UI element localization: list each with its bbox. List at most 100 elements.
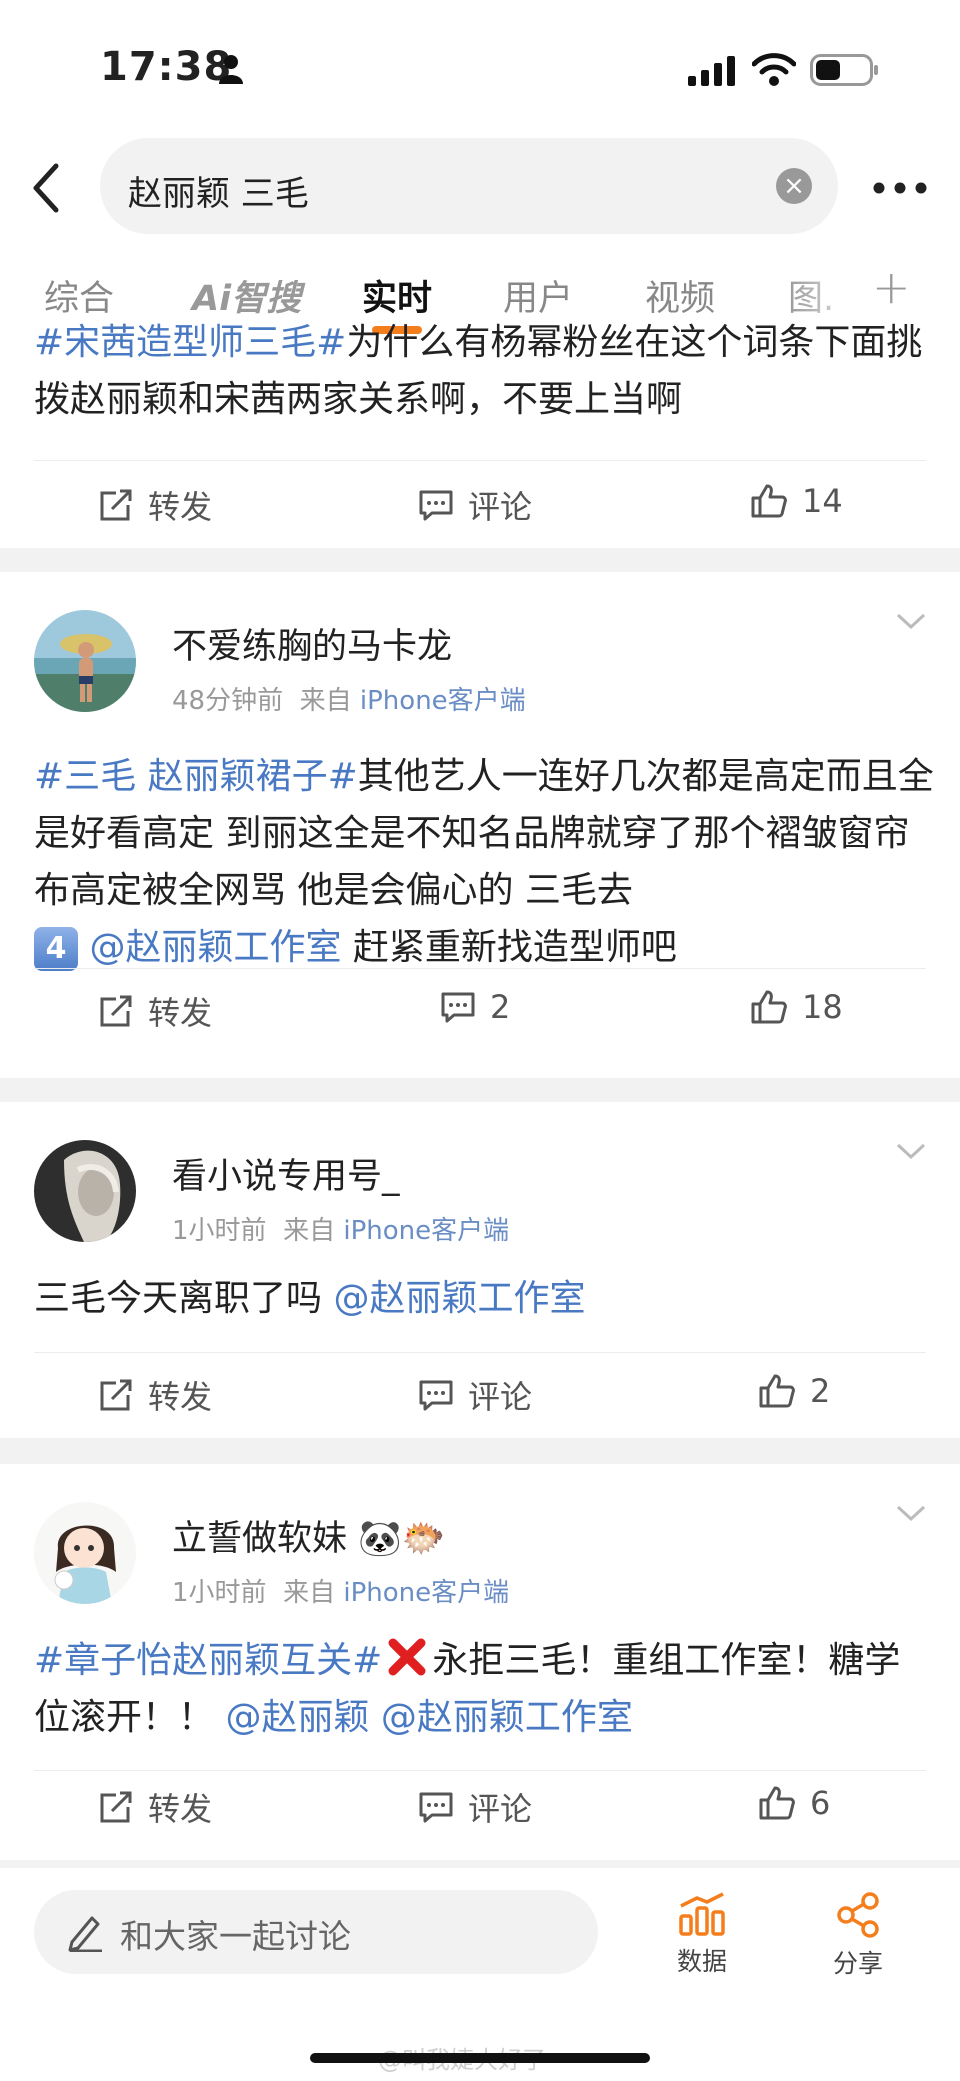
username[interactable]: 立誓做软妹 🐼🐡 <box>172 1510 445 1561</box>
from-label: 来自 <box>299 686 352 716</box>
mention-link[interactable]: @赵丽颖 <box>225 1697 369 1738</box>
like-count: 2 <box>810 1372 831 1410</box>
comment-button[interactable]: 评论 <box>418 1784 532 1830</box>
username-emojis: 🐼🐡 <box>358 1519 446 1559</box>
pencil-icon <box>68 1916 102 1952</box>
like-count: 14 <box>802 482 843 520</box>
search-bar[interactable]: 赵丽颖 三毛 × <box>100 138 838 234</box>
divider <box>34 968 926 969</box>
repost-label: 转发 <box>148 488 213 526</box>
like-button[interactable]: 6 <box>758 1784 830 1822</box>
comment-button[interactable]: 评论 <box>418 482 532 528</box>
avatar[interactable] <box>34 1140 136 1242</box>
divider <box>34 1770 926 1771</box>
like-button[interactable]: 2 <box>758 1372 830 1410</box>
repost-button[interactable]: 转发 <box>98 988 212 1034</box>
mention-link[interactable]: @赵丽颖工作室 <box>381 1697 633 1738</box>
repost-icon <box>100 1791 132 1823</box>
comment-button[interactable]: 2 <box>440 988 510 1026</box>
comment-icon <box>419 490 453 521</box>
post-card: 看小说专用号_ 1小时前 来自 iPhone客户端 三毛今天离职了吗 @赵丽颖工… <box>0 1102 960 1438</box>
keycap-four-emoji: 4 <box>34 927 78 971</box>
discuss-placeholder: 和大家一起讨论 <box>120 1917 351 1956</box>
bar-chart-icon <box>679 1892 725 1936</box>
avatar[interactable] <box>34 610 136 712</box>
username-text: 立誓做软妹 <box>172 1519 348 1559</box>
chevron-down-icon[interactable] <box>896 612 926 630</box>
thumbs-up-icon <box>751 484 787 518</box>
from-label: 来自 <box>283 1578 336 1608</box>
like-button[interactable]: 14 <box>750 482 843 520</box>
post-source[interactable]: iPhone客户端 <box>343 1216 509 1246</box>
thumbs-up-icon <box>759 1786 795 1820</box>
more-dots-icon[interactable] <box>872 180 928 196</box>
like-count: 6 <box>810 1784 831 1822</box>
comment-count: 2 <box>490 988 511 1026</box>
wifi-icon <box>752 53 796 86</box>
bottom-bar: 和大家一起讨论 数据 分享 @叫我婕大好了 <box>0 1868 960 2081</box>
signal-icon <box>688 56 735 86</box>
add-tab-icon[interactable]: + <box>872 260 911 314</box>
status-bar: 17:38 <box>0 0 960 130</box>
post-card: 立誓做软妹 🐼🐡 1小时前 来自 iPhone客户端 #章子怡赵丽颖互关# 永拒三… <box>0 1464 960 1860</box>
username[interactable]: 不爱练胸的马卡龙 <box>172 618 452 669</box>
from-label: 来自 <box>283 1216 336 1246</box>
status-time: 17:38 <box>100 44 233 90</box>
share-icon <box>837 1892 879 1938</box>
repost-icon <box>100 489 132 521</box>
comment-icon <box>419 1792 453 1823</box>
avatar[interactable] <box>34 1502 136 1604</box>
comment-label: 评论 <box>468 1790 533 1828</box>
post-text: #宋茜造型师三毛#为什么有杨幂粉丝在这个词条下面挑拨赵丽颖和宋茜两家关系啊，不要… <box>34 314 934 428</box>
hashtag-link[interactable]: #三毛 赵丽颖裙子# <box>34 756 358 797</box>
repost-label: 转发 <box>148 1790 213 1828</box>
post-card: #宋茜造型师三毛#为什么有杨幂粉丝在这个词条下面挑拨赵丽颖和宋茜两家关系啊，不要… <box>0 322 960 548</box>
post-meta: 1小时前 来自 iPhone客户端 <box>172 1210 509 1247</box>
share-button[interactable]: 分享 <box>818 1892 898 1980</box>
comment-icon <box>419 1380 453 1411</box>
post-source[interactable]: iPhone客户端 <box>343 1578 509 1608</box>
post-text: #章子怡赵丽颖互关# 永拒三毛！重组工作室！糖学位滚开！！ @赵丽颖 @赵丽颖工作… <box>34 1632 934 1746</box>
repost-icon <box>100 995 132 1027</box>
comment-icon <box>441 992 475 1023</box>
comment-button[interactable]: 评论 <box>418 1372 532 1418</box>
post-source[interactable]: iPhone客户端 <box>360 686 526 716</box>
post-card: 不爱练胸的马卡龙 48分钟前 来自 iPhone客户端 #三毛 赵丽颖裙子#其他… <box>0 572 960 1078</box>
share-label: 分享 <box>832 1949 883 1978</box>
hashtag-link[interactable]: #宋茜造型师三毛# <box>34 322 346 363</box>
search-header: 赵丽颖 三毛 × <box>0 130 960 250</box>
repost-button[interactable]: 转发 <box>98 1784 212 1830</box>
post-time: 1小时前 <box>172 1578 267 1608</box>
divider <box>34 1352 926 1353</box>
thumbs-up-icon <box>751 990 787 1024</box>
repost-button[interactable]: 转发 <box>98 1372 212 1418</box>
discuss-input[interactable]: 和大家一起讨论 <box>34 1890 598 1974</box>
chevron-down-icon[interactable] <box>896 1504 926 1522</box>
search-query[interactable]: 赵丽颖 三毛 <box>128 166 309 215</box>
mention-link[interactable]: @赵丽颖工作室 <box>89 927 341 968</box>
hashtag-link[interactable]: #章子怡赵丽颖互关# <box>34 1640 382 1681</box>
chevron-down-icon[interactable] <box>896 1142 926 1160</box>
repost-label: 转发 <box>148 994 213 1032</box>
data-button[interactable]: 数据 <box>662 1892 742 1978</box>
like-button[interactable]: 18 <box>750 988 843 1026</box>
mention-link[interactable]: @赵丽颖工作室 <box>333 1278 585 1319</box>
username[interactable]: 看小说专用号_ <box>172 1148 400 1199</box>
repost-icon <box>100 1379 132 1411</box>
red-cross-icon <box>388 1638 426 1676</box>
comment-label: 评论 <box>468 488 533 526</box>
post-body: 三毛今天离职了吗 <box>34 1278 334 1319</box>
thumbs-up-icon <box>759 1374 795 1408</box>
battery-icon <box>810 54 878 86</box>
post-text: 三毛今天离职了吗 @赵丽颖工作室 <box>34 1270 934 1327</box>
post-time: 48分钟前 <box>172 686 284 716</box>
repost-button[interactable]: 转发 <box>98 482 212 528</box>
post-body: 赶紧重新找造型师吧 <box>341 927 677 968</box>
back-icon[interactable] <box>26 158 66 218</box>
post-meta: 1小时前 来自 iPhone客户端 <box>172 1572 509 1609</box>
clear-icon[interactable]: × <box>776 168 812 204</box>
home-indicator <box>310 2053 650 2063</box>
post-time: 1小时前 <box>172 1216 267 1246</box>
post-meta: 48分钟前 来自 iPhone客户端 <box>172 680 526 717</box>
person-icon <box>219 55 243 84</box>
